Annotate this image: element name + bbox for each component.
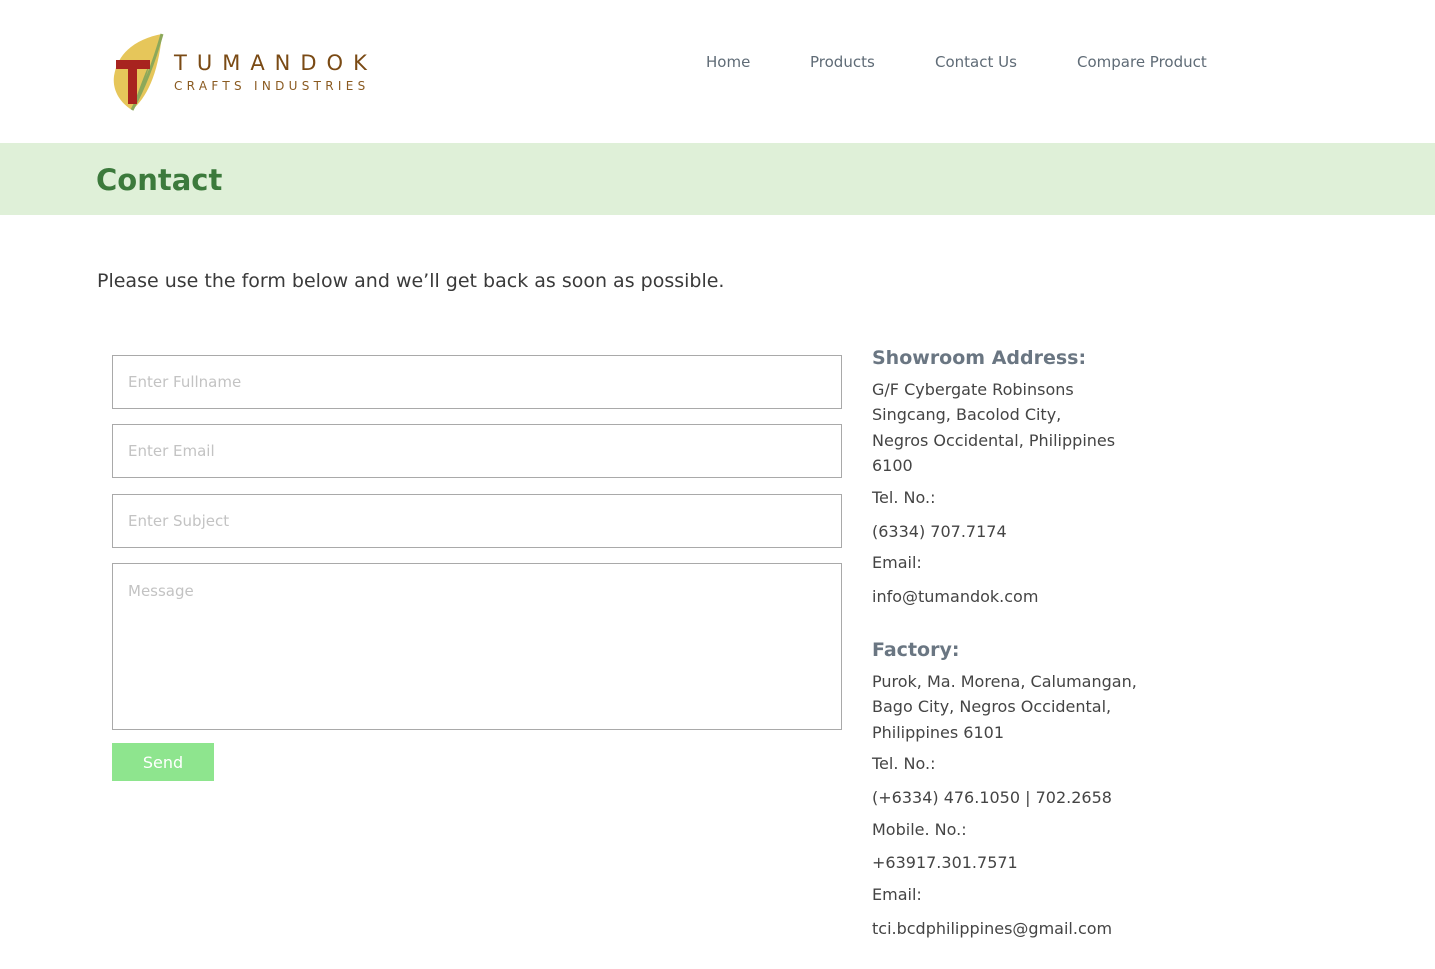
brand-name: TUMANDOK: [174, 51, 377, 75]
page-title-banner: Contact: [0, 143, 1435, 215]
brand-logo[interactable]: TUMANDOK CRAFTS INDUSTRIES: [110, 32, 377, 112]
fullname-input[interactable]: [112, 355, 842, 409]
site-header: TUMANDOK CRAFTS INDUSTRIES Home Products…: [0, 0, 1435, 143]
showroom-tel-label: Tel. No.:: [872, 488, 936, 507]
email-input[interactable]: [112, 424, 842, 478]
factory-address-line: Philippines 6101: [872, 723, 1005, 742]
subject-input[interactable]: [112, 494, 842, 548]
showroom-heading: Showroom Address:: [872, 347, 1087, 369]
send-button[interactable]: Send: [112, 743, 214, 781]
showroom-address-line: 6100: [872, 456, 913, 475]
showroom-address-line: Singcang, Bacolod City,: [872, 405, 1062, 424]
nav-link-contact-us[interactable]: Contact Us: [935, 53, 1017, 71]
page-title: Contact: [96, 163, 223, 197]
factory-email-value[interactable]: tci.bcdphilippines@gmail.com: [872, 919, 1112, 938]
showroom-address-line: Negros Occidental, Philippines: [872, 431, 1116, 450]
showroom-email-label: Email:: [872, 553, 922, 572]
nav-link-products[interactable]: Products: [810, 53, 875, 71]
showroom-email-value[interactable]: info@tumandok.com: [872, 587, 1038, 606]
showroom-tel-value: (6334) 707.7174: [872, 522, 1007, 541]
nav-link-home[interactable]: Home: [706, 53, 750, 71]
leaf-logo-icon: [113, 33, 164, 111]
factory-mobile-value: +63917.301.7571: [872, 853, 1018, 872]
brand-subtitle: CRAFTS INDUSTRIES: [174, 79, 370, 93]
factory-email-label: Email:: [872, 885, 922, 904]
nav-link-compare-product[interactable]: Compare Product: [1077, 53, 1207, 71]
factory-tel-value: (+6334) 476.1050 | 702.2658: [872, 788, 1112, 807]
showroom-address-line: G/F Cybergate Robinsons: [872, 380, 1074, 399]
factory-address-line: Bago City, Negros Occidental,: [872, 697, 1112, 716]
factory-address-line: Purok, Ma. Morena, Calumangan,: [872, 672, 1137, 691]
intro-text: Please use the form below and we’ll get …: [97, 270, 725, 292]
factory-tel-label: Tel. No.:: [872, 754, 936, 773]
message-textarea[interactable]: [112, 563, 842, 730]
factory-heading: Factory:: [872, 639, 960, 661]
factory-mobile-label: Mobile. No.:: [872, 820, 967, 839]
